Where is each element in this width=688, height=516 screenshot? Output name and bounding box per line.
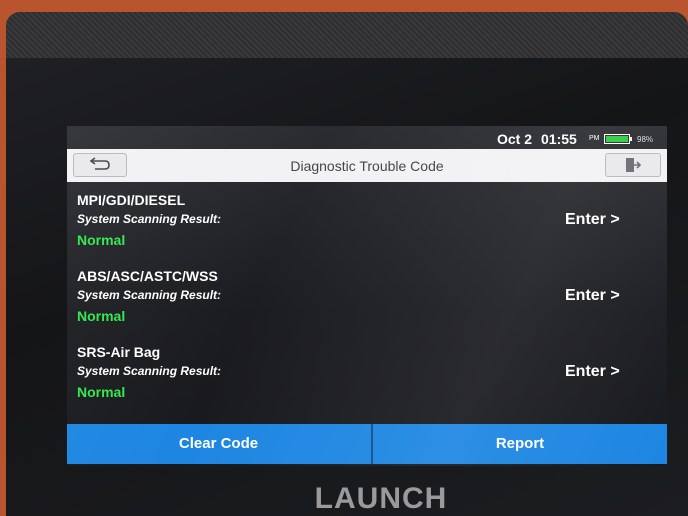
screen: Oct 2 01:55 PM 98% Diagnostic Trouble Co…: [67, 126, 667, 466]
system-item-mpi[interactable]: MPI/GDI/DIESEL System Scanning Result: N…: [67, 192, 667, 266]
brand-logo: LAUNCH: [314, 482, 448, 515]
exit-door-icon: [626, 158, 642, 172]
battery-percent: 98%: [637, 135, 654, 144]
report-button[interactable]: Report: [373, 424, 667, 464]
system-scan-label: System Scanning Result:: [77, 364, 222, 378]
status-bar: Oct 2 01:55 PM 98%: [67, 126, 667, 150]
enter-button[interactable]: Enter >: [565, 287, 620, 305]
system-name: ABS/ASC/ASTC/WSS: [77, 268, 218, 284]
device-frame-texture: [6, 12, 688, 58]
system-status: Normal: [77, 384, 126, 400]
system-item-srs[interactable]: SRS-Air Bag System Scanning Result: Norm…: [67, 344, 667, 418]
exit-button[interactable]: [605, 153, 661, 177]
system-item-abs[interactable]: ABS/ASC/ASTC/WSS System Scanning Result:…: [67, 268, 667, 342]
status-date: Oct 2: [497, 131, 533, 147]
system-name: SRS-Air Bag: [77, 344, 161, 360]
status-time: 01:55: [541, 131, 577, 147]
bottom-action-bar: Clear Code Report: [67, 424, 667, 464]
system-name: MPI/GDI/DIESEL: [77, 192, 186, 208]
battery-tip: [630, 137, 632, 141]
enter-button[interactable]: Enter >: [565, 211, 620, 229]
system-status: Normal: [77, 308, 126, 324]
system-scan-label: System Scanning Result:: [77, 212, 222, 226]
battery-icon: [604, 134, 630, 144]
title-bar: Diagnostic Trouble Code: [67, 149, 667, 182]
back-button[interactable]: [73, 153, 127, 177]
battery-fill: [606, 136, 628, 142]
status-ampm: PM: [589, 135, 600, 142]
page-title: Diagnostic Trouble Code: [290, 158, 444, 174]
system-status: Normal: [77, 232, 126, 248]
system-scan-label: System Scanning Result:: [77, 288, 222, 302]
enter-button[interactable]: Enter >: [565, 363, 620, 381]
back-arrow-icon: [89, 157, 110, 170]
clear-code-button[interactable]: Clear Code: [67, 424, 370, 464]
